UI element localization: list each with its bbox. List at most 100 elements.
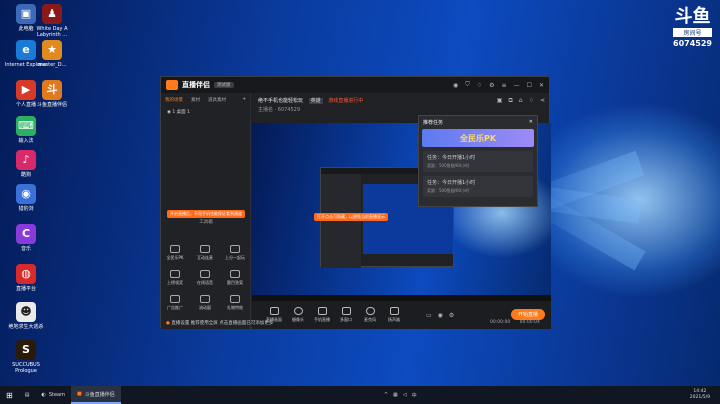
tab-scenes[interactable]: 我的场景 [165, 97, 183, 103]
left-tip: 开启直播后，不用手机也能保证看到通道 [167, 210, 245, 218]
volume-icon[interactable]: ◁ [403, 392, 407, 399]
btn-label: 手机直播 [314, 317, 330, 322]
copy-icon[interactable]: ⧉ [508, 97, 512, 105]
taskview-button[interactable]: ▤ [19, 386, 36, 404]
room-title[interactable]: 绝不手机也能轻松玩 [258, 98, 303, 104]
settings-icon[interactable]: ⚙ [489, 82, 494, 89]
tool-voice[interactable]: 在线语音 [195, 270, 215, 286]
taskbar-douyu[interactable]: ■ 斗鱼直播伴侣 [70, 386, 121, 404]
desktop-icon[interactable]: ☻ 绝地求生大逃杀 [4, 302, 48, 330]
mobile-icon [317, 307, 327, 315]
bell-icon[interactable]: ♢ [477, 82, 482, 89]
btn-speaker[interactable]: 扬声器 [382, 307, 406, 323]
music-icon: ♪ [16, 150, 36, 170]
clock[interactable]: 14:42 2021/5/9 [680, 389, 720, 401]
popup-header: 推荐任务 ✕ [419, 116, 537, 129]
taskbar: ⊞ ▤ ◐ Steam ■ 斗鱼直播伴侣 ^ ▦ ◁ 中 14:42 2021/5/… [0, 386, 720, 404]
douyu-watermark: 斗鱼 房间号 6074529 [673, 8, 712, 48]
start-button[interactable]: ⊞ [0, 386, 19, 404]
close-icon[interactable]: ✕ [539, 82, 544, 89]
desktop-icon-label: White Day A Labyrinth ... [36, 26, 68, 38]
tool-play[interactable]: 上分一起玩 [225, 245, 245, 261]
notice-icon: ● [166, 321, 170, 326]
pk-icon [170, 245, 180, 253]
tool-gift[interactable]: 礼物特效 [225, 295, 245, 311]
tool-ad[interactable]: 广告推广 [165, 295, 185, 311]
voice-icon [200, 270, 210, 278]
taskview-icon: ▤ [24, 392, 30, 398]
preview-tip: 打开点击可隐藏，以避免当前直播显示 [314, 213, 388, 221]
tool-label: 礼物特效 [227, 305, 243, 310]
succubus-icon: S [16, 340, 36, 360]
desktop-icon-label: master_D... [37, 62, 67, 68]
gift-icon [230, 295, 240, 303]
tab-material[interactable]: 素材 [191, 97, 200, 103]
douyu-app-icon [166, 80, 178, 90]
maximize-icon[interactable]: ☐ [527, 82, 532, 89]
gear-icon[interactable]: ⚙ [449, 312, 454, 319]
menu-icon[interactable]: ≡ [502, 82, 507, 89]
avatar-icon[interactable]: ◉ [453, 82, 458, 89]
windows-icon: ⊞ [6, 390, 13, 400]
add-icon[interactable]: + [242, 97, 246, 103]
desktop-icon[interactable]: C 音乐 [4, 224, 48, 252]
mic-icon [365, 307, 375, 315]
btn-mic[interactable]: 麦克风 [358, 307, 382, 323]
desktop-icon[interactable]: ◍ 直播平台 [4, 264, 48, 292]
desktop-icon[interactable]: S SUCCUBUS Prologue [4, 340, 48, 374]
eye-icon[interactable]: ◉ [167, 110, 171, 115]
notice-text[interactable]: 直播设置 推荐使用全屏 点击直播画面已可添加更多 [171, 321, 273, 326]
app-icon: ★ [42, 40, 62, 60]
desktop-icon[interactable]: ♪ 酷狗 [4, 150, 48, 178]
panda-icon: ☻ [16, 302, 36, 322]
tray-arrow-icon[interactable]: ^ [384, 392, 388, 399]
start-live-button[interactable]: 开始直播 [510, 309, 545, 320]
tool-pk[interactable]: 全民乐PK [165, 245, 185, 261]
tool-window[interactable]: 流动窗 [195, 295, 215, 311]
btn-multiwindow[interactable]: 多窗口 [334, 307, 358, 323]
tool-label: 上榜领奖 [167, 280, 183, 285]
task-desc: 奖励：500鱼翅/60小时 [427, 163, 470, 168]
btn-mobile[interactable]: 手机直播 [310, 307, 334, 323]
eye-icon[interactable]: ◉ [438, 312, 443, 319]
btn-camera[interactable]: 摄像头 [286, 307, 310, 323]
desktop-icon[interactable]: ⌨ 输入法 [4, 116, 48, 144]
bottom-notice: ● 直播设置 推荐使用全屏 点击直播画面已可添加更多 [166, 320, 273, 326]
task-name: 任务：今日开播1小时 [427, 180, 476, 186]
window-icon [200, 295, 210, 303]
minimize-icon[interactable]: — [514, 82, 520, 89]
task-name: 任务：今日开播1小时 [427, 155, 476, 161]
ad-icon [170, 295, 180, 303]
desktop-icon[interactable]: ◉ 猎豹浏 [4, 184, 48, 212]
taskbar-label: 斗鱼直播伴侣 [84, 391, 115, 398]
desktop-icon[interactable]: ★ master_D... [30, 40, 74, 68]
tab-props[interactable]: 道具素材 [208, 97, 226, 103]
tool-link[interactable]: 互动连麦 [195, 245, 215, 261]
desktop-icon-label: SUCCUBUS Prologue [12, 362, 40, 374]
tool-rank[interactable]: 上榜领奖 [165, 270, 185, 286]
video-icon[interactable]: ▭ [426, 312, 432, 319]
task-item[interactable]: 任务：今日开播1小时 奖励：500鱼翅/60小时 [423, 151, 533, 172]
desktop-icon[interactable]: 斗斗鱼直播伴侣 [30, 80, 74, 108]
record-icon[interactable]: ▣ [497, 97, 503, 105]
timer-live: 00:00:00 [490, 320, 511, 325]
task-item[interactable]: 任务：今日开播1小时 奖励：500鱼翅/60小时 [423, 176, 533, 197]
source-item[interactable]: ◉ 1 桌面 1 [161, 107, 250, 117]
title-bar: 直播伴侣 测试版 ◉ ⛉ ♢ ⚙ ≡ — ☐ ✕ [161, 77, 549, 93]
ime-tray-icon[interactable]: 中 [412, 392, 417, 399]
ime-icon: ⌨ [16, 116, 36, 136]
douyu-icon: 斗 [42, 80, 62, 100]
taskbar-label: Steam [48, 392, 65, 398]
camera-icon [293, 307, 303, 315]
shield-icon[interactable]: ⛉ [465, 81, 470, 89]
popup-close-icon[interactable]: ✕ [529, 119, 533, 125]
lock-icon[interactable]: ⌂ [519, 97, 523, 105]
tool-answer[interactable]: 题目答案 [225, 270, 245, 286]
room-tag: 英雄 [308, 98, 323, 104]
pk-banner[interactable]: 全民乐PK [422, 129, 534, 147]
network-icon[interactable]: ▦ [393, 392, 398, 399]
taskbar-steam[interactable]: ◐ Steam [35, 386, 71, 404]
desktop-icon[interactable]: ♟ White Day A Labyrinth ... [30, 4, 74, 38]
share-icon[interactable]: ⋖ [540, 97, 545, 105]
notify-icon[interactable]: ♢ [529, 97, 534, 105]
